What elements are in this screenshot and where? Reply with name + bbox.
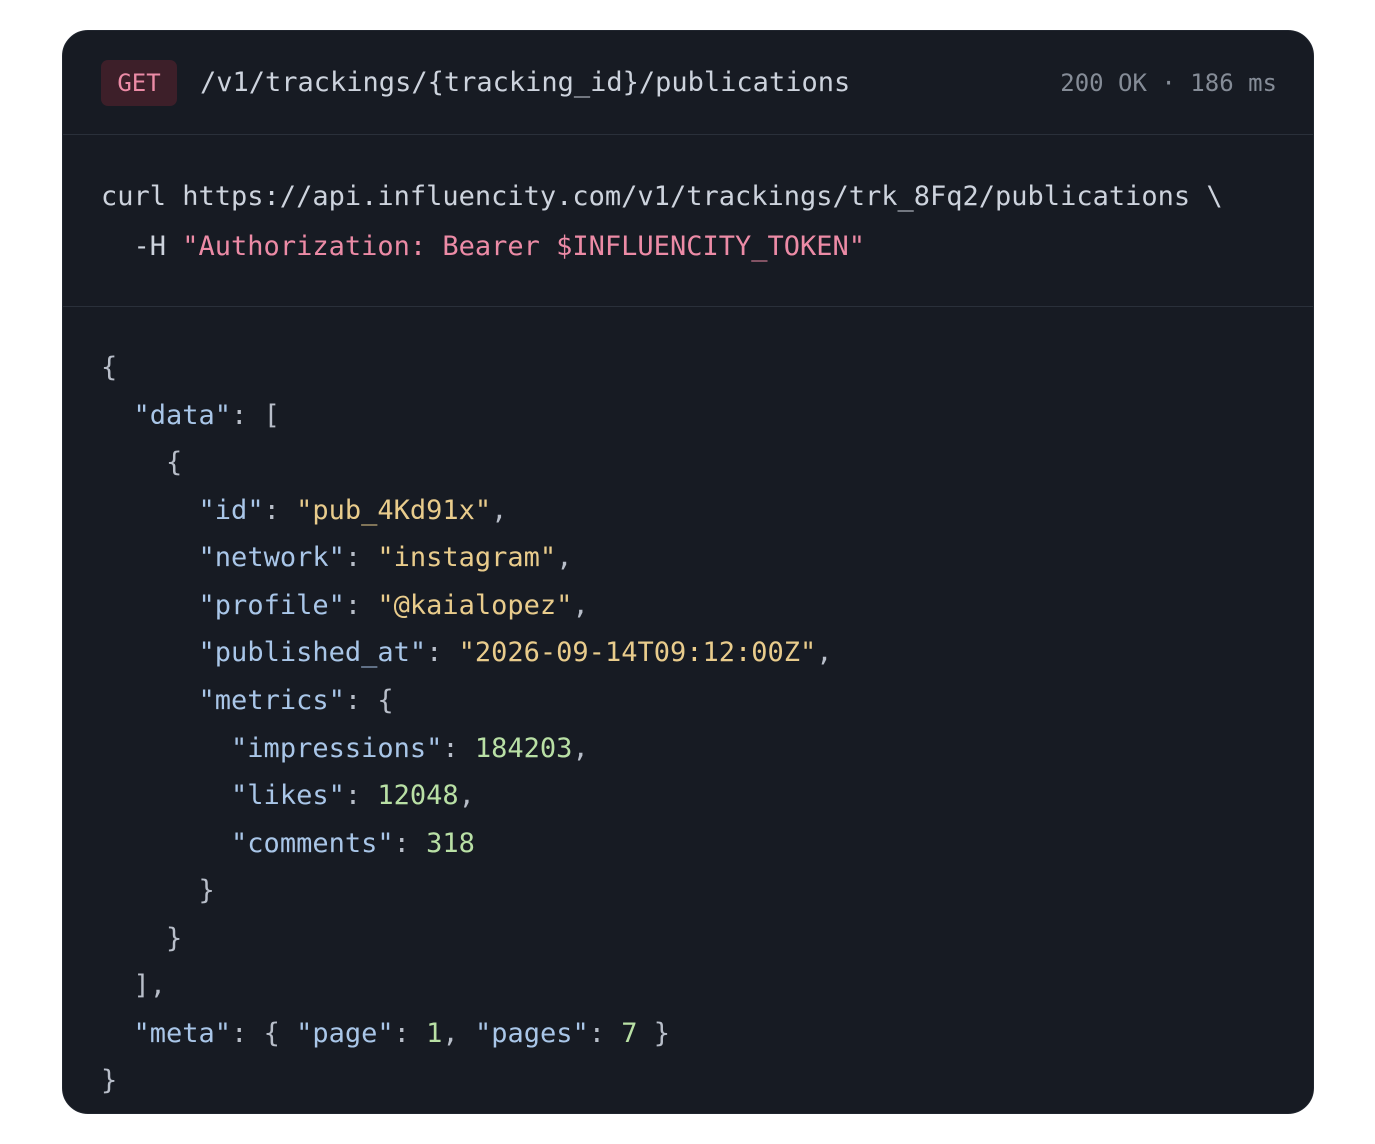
json-value-profile: "@kaialopez" <box>377 590 573 621</box>
json-key-published-at: "published_at" <box>198 637 427 668</box>
json-published-line: "published_at": "2026-09-14T09:12:00Z", <box>198 637 833 668</box>
json-likes-line: "likes": 12048, <box>231 780 475 811</box>
json-key-network: "network" <box>198 542 345 573</box>
curl-header-value: "Authorization: Bearer $INFLUENCITY_TOKE… <box>182 231 866 262</box>
json-key-profile: "profile" <box>198 590 345 621</box>
curl-command-line: curl https://api.influencity.com/v1/trac… <box>101 173 1223 221</box>
json-meta-line: "meta": { "page": 1, "pages": 7 } <box>133 1018 671 1049</box>
json-value-pages: 7 <box>621 1018 638 1049</box>
endpoint-header: GET /v1/trackings/{tracking_id}/publicat… <box>63 31 1313 135</box>
json-key-likes: "likes" <box>231 780 345 811</box>
json-item-open: { <box>166 447 183 478</box>
response-status: 200 OK · 186 ms <box>1060 69 1277 97</box>
json-data-close: ], <box>133 970 167 1001</box>
http-method-badge: GET <box>101 60 177 106</box>
curl-header-flag: -H <box>101 231 183 262</box>
json-metrics-close: } <box>198 875 215 906</box>
json-impressions-line: "impressions": 184203, <box>231 733 589 764</box>
json-comments-line: "comments": 318 <box>231 828 475 859</box>
json-network-line: "network": "instagram", <box>198 542 573 573</box>
json-close-brace: } <box>101 1065 118 1096</box>
json-key-data: "data" <box>133 400 232 431</box>
json-key-page: "page" <box>296 1018 394 1049</box>
curl-header-line: -H "Authorization: Bearer $INFLUENCITY_T… <box>101 223 866 271</box>
json-key-comments: "comments" <box>231 828 394 859</box>
json-item-close: } <box>166 923 183 954</box>
json-value-published-at: "2026-09-14T09:12:00Z" <box>458 637 817 668</box>
response-json: { "data": [ { "id": "pub_4Kd91x", "netwo… <box>63 307 1313 1113</box>
json-value-network: "instagram" <box>377 542 557 573</box>
json-value-page: 1 <box>426 1018 443 1049</box>
json-value-impressions: 184203 <box>474 733 573 764</box>
json-value-id: "pub_4Kd91x" <box>296 495 492 526</box>
json-id-line: "id": "pub_4Kd91x", <box>198 495 508 526</box>
json-key-id: "id" <box>198 495 264 526</box>
curl-command: curl https://api.influencity.com/v1/trac… <box>101 181 1223 212</box>
json-data-close-line: ], <box>101 962 167 1010</box>
json-key-metrics: "metrics" <box>198 685 345 716</box>
json-key-impressions: "impressions" <box>231 733 443 764</box>
json-data-line: "data": [ <box>133 400 280 431</box>
json-value-comments: 318 <box>426 828 475 859</box>
json-open-brace: { <box>101 352 118 383</box>
json-metrics-line: "metrics": { <box>198 685 394 716</box>
api-code-card: GET /v1/trackings/{tracking_id}/publicat… <box>62 30 1314 1114</box>
json-value-likes: 12048 <box>377 780 459 811</box>
json-metrics-close-line: } <box>101 867 215 915</box>
json-item-open-line: { <box>101 439 182 487</box>
endpoint-path: /v1/trackings/{tracking_id}/publications <box>200 67 851 98</box>
json-item-close-line: } <box>101 915 182 963</box>
json-profile-line: "profile": "@kaialopez", <box>198 590 589 621</box>
request-example: curl https://api.influencity.com/v1/trac… <box>63 135 1313 307</box>
json-key-meta: "meta" <box>133 1018 232 1049</box>
json-key-pages: "pages" <box>474 1018 589 1049</box>
